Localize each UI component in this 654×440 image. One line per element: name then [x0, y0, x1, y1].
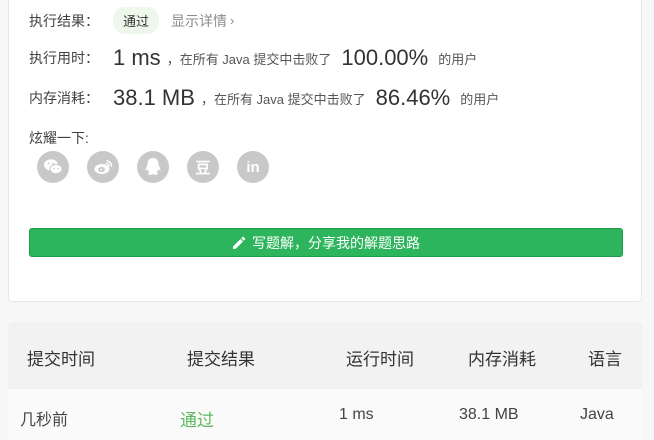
- qq-icon[interactable]: [137, 151, 169, 183]
- header-memory: 内存消耗: [468, 350, 536, 369]
- share-label: 炫耀一下:: [29, 130, 89, 146]
- memory-value: 38.1 MB: [113, 85, 195, 110]
- cell-memory: 38.1 MB: [459, 406, 519, 423]
- cell-language: Java: [580, 406, 614, 423]
- cell-submit-result[interactable]: 通过: [180, 406, 214, 431]
- memory-row: 内存消耗： 38.1 MB ，在所有 Java 提交中击败了 86.46% 的用…: [29, 85, 499, 111]
- result-row: 执行结果： 通过 显示详情 ›: [29, 7, 234, 34]
- cell-runtime: 1 ms: [339, 406, 374, 423]
- chevron-right-icon: ›: [230, 13, 235, 28]
- linkedin-icon[interactable]: in: [237, 151, 269, 183]
- memory-mid-text: ，在所有 Java 提交中击败了: [200, 91, 366, 107]
- linkedin-glyph: in: [246, 158, 260, 176]
- table-header: 提交时间 提交结果 运行时间 内存消耗 语言: [8, 322, 642, 389]
- pencil-icon: [232, 236, 246, 250]
- memory-label: 内存消耗：: [29, 90, 99, 106]
- runtime-row: 执行用时： 1 ms ，在所有 Java 提交中击败了 100.00% 的用户: [29, 45, 477, 71]
- result-card: 执行结果： 通过 显示详情 › 执行用时： 1 ms ，在所有 Java 提交中…: [8, 0, 642, 302]
- header-language: 语言: [588, 350, 622, 369]
- memory-suffix: 的用户: [460, 91, 500, 107]
- weibo-icon[interactable]: [87, 151, 119, 183]
- cell-submit-time: 几秒前: [20, 412, 69, 429]
- runtime-label: 执行用时：: [29, 50, 99, 66]
- show-details-link[interactable]: 显示详情 ›: [171, 11, 234, 31]
- header-submit-result: 提交结果: [187, 350, 255, 369]
- status-badge: 通过: [113, 7, 160, 34]
- runtime-suffix: 的用户: [438, 51, 478, 67]
- submissions-table: 提交时间 提交结果 运行时间 内存消耗 语言 几秒前 通过 1 ms 38.1 …: [8, 322, 642, 440]
- douban-icon[interactable]: 豆: [187, 151, 219, 183]
- runtime-percent: 100.00%: [341, 45, 429, 70]
- table-row[interactable]: 几秒前 通过 1 ms 38.1 MB Java: [8, 389, 642, 440]
- memory-percent: 86.46%: [375, 85, 451, 110]
- result-label: 执行结果：: [29, 12, 99, 29]
- header-runtime: 运行时间: [346, 350, 414, 369]
- header-submit-time: 提交时间: [27, 350, 95, 369]
- runtime-mid-text: ，在所有 Java 提交中击败了: [166, 51, 332, 67]
- write-solution-button[interactable]: 写题解，分享我的解题思路: [29, 228, 623, 257]
- runtime-value: 1 ms: [113, 45, 161, 70]
- share-icons: 豆 in: [37, 151, 269, 183]
- wechat-icon[interactable]: [37, 151, 69, 183]
- show-details-label: 显示详情: [171, 12, 228, 29]
- douban-glyph: 豆: [195, 159, 211, 177]
- write-solution-label: 写题解，分享我的解题思路: [252, 234, 420, 251]
